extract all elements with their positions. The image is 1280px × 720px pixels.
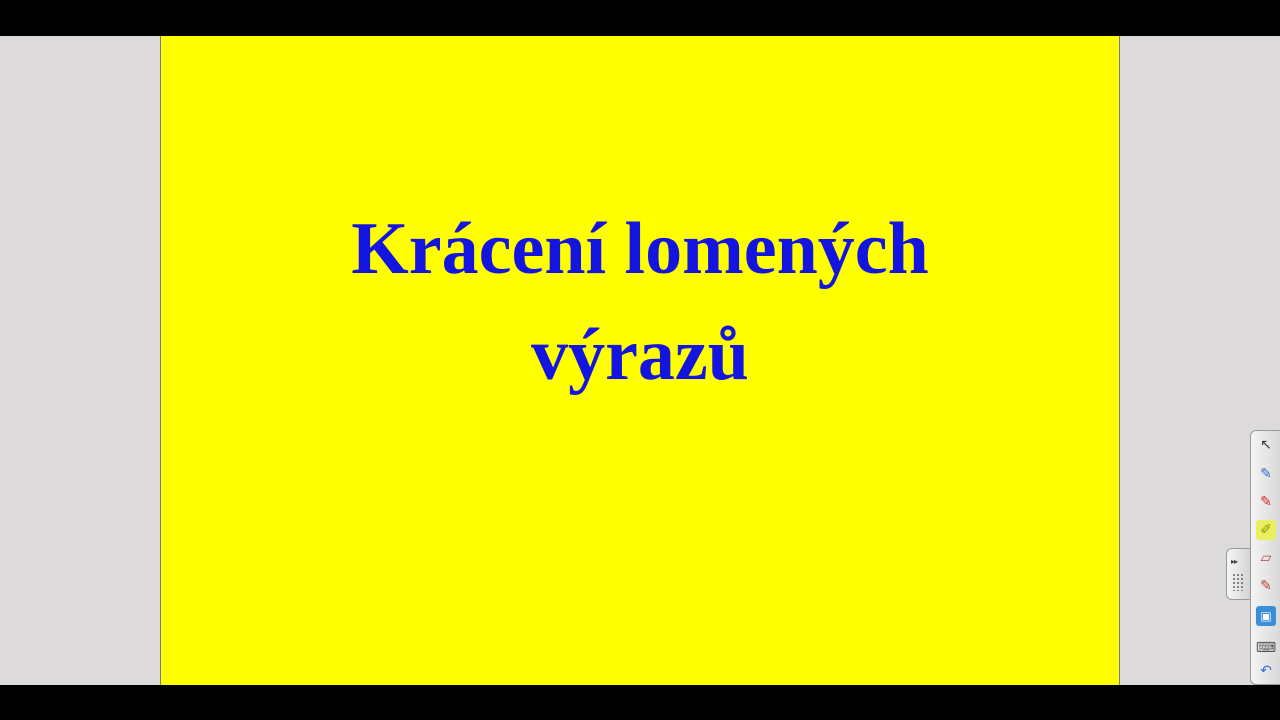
shape-recognition-icon[interactable]: ✎ xyxy=(1256,576,1276,596)
pointer-arrow-icon[interactable]: ↖ xyxy=(1256,435,1276,455)
pen-blue-icon[interactable]: ✎ xyxy=(1256,464,1276,484)
toolbar-collapse-handle[interactable]: ▸▸ xyxy=(1226,548,1250,600)
slide-title-line-2: výrazů xyxy=(531,314,749,396)
eraser-icon[interactable]: ▱ xyxy=(1256,548,1276,568)
undo-icon[interactable]: ↶ xyxy=(1256,661,1276,681)
keyboard-icon[interactable]: ⌨ xyxy=(1256,638,1276,658)
presentation-workspace: Krácení lomených výrazů xyxy=(0,36,1280,685)
drag-grip-icon[interactable] xyxy=(1232,573,1244,591)
slide-title-line-1: Krácení lomených xyxy=(351,208,929,290)
pen-red-icon[interactable]: ✎ xyxy=(1256,492,1276,512)
floating-tools-toolbar: ↖ ✎ ✎ ✐ ▱ ✎ ▣ ⌨ ↶ xyxy=(1250,430,1280,685)
slide[interactable]: Krácení lomených výrazů xyxy=(160,36,1120,685)
slide-title: Krácení lomených výrazů xyxy=(161,196,1119,408)
screen: Krácení lomených výrazů ▸▸ ↖ ✎ ✎ ✐ ▱ ✎ ▣… xyxy=(0,0,1280,720)
notepad-icon[interactable]: ▣ xyxy=(1256,606,1276,626)
highlighter-icon[interactable]: ✐ xyxy=(1256,520,1276,540)
expand-arrows-icon: ▸▸ xyxy=(1231,557,1238,566)
